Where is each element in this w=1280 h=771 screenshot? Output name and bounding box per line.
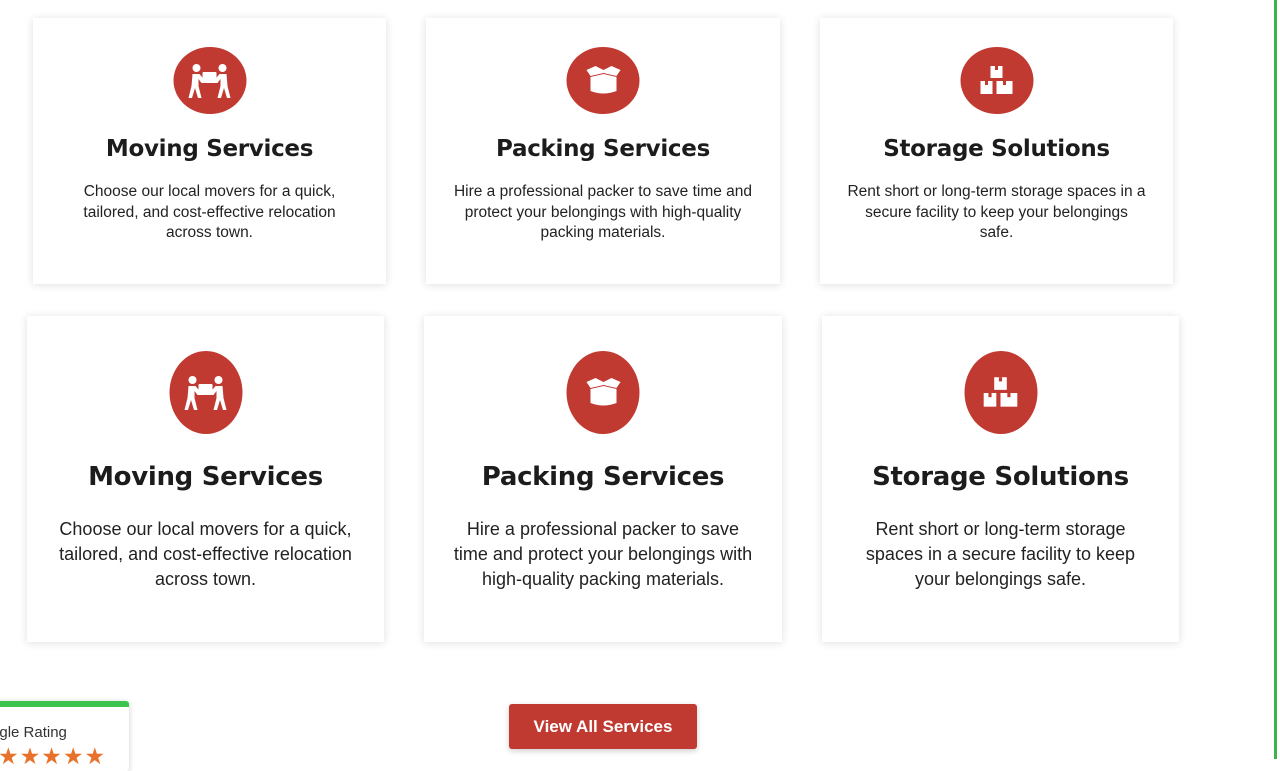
open-box-icon [566,351,640,434]
stacked-boxes-icon [964,351,1037,434]
page-edge-accent-bar [1274,0,1277,759]
view-all-services-button[interactable]: View All Services [509,704,697,749]
service-card-packing[interactable]: Packing Services Hire a professional pac… [424,316,782,642]
service-card-moving[interactable]: Moving Services Choose our local movers … [33,18,386,284]
card-description: Hire a professional packer to save time … [453,519,753,589]
card-title: Packing Services [481,462,725,492]
card-description: Choose our local movers for a quick, tai… [83,183,336,241]
card-title: Storage Solutions [883,136,1110,162]
service-card-moving[interactable]: Moving Services Choose our local movers … [27,316,384,642]
card-title: Packing Services [496,136,710,162]
google-rating-badge[interactable]: Google Rating ★★★★★ [0,701,129,771]
stacked-boxes-icon [960,47,1033,114]
card-title: Storage Solutions [872,462,1129,492]
card-description: Choose our local movers for a quick, tai… [59,519,352,589]
people-carrying-box-icon [169,351,242,434]
card-title: Moving Services [88,462,323,492]
open-box-icon [566,47,640,114]
card-title: Moving Services [105,136,314,162]
service-card-storage[interactable]: Storage Solutions Rent short or long-ter… [820,18,1173,284]
rating-stars: ★★★★★ [0,744,107,770]
service-card-storage[interactable]: Storage Solutions Rent short or long-ter… [822,316,1179,642]
card-description: Rent short or long-term storage spaces i… [847,183,1146,241]
rating-label: Google Rating [0,724,67,741]
service-card-packing[interactable]: Packing Services Hire a professional pac… [426,18,780,284]
card-description: Hire a professional packer to save time … [453,183,753,241]
people-carrying-box-icon [173,47,246,114]
card-description: Rent short or long-term storage spaces i… [865,519,1136,589]
